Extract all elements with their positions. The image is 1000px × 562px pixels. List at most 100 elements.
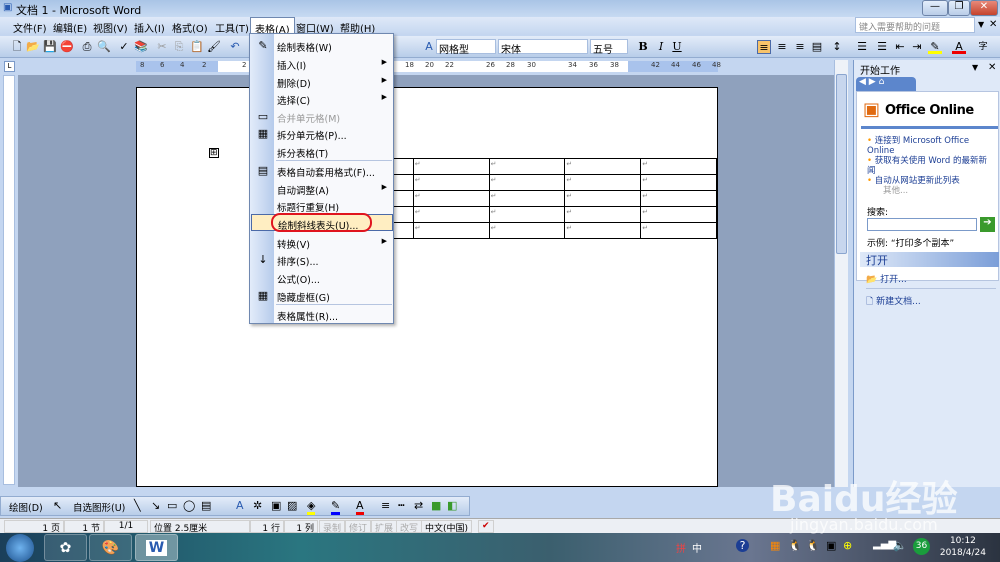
tray-360-badge[interactable]: 36 — [913, 538, 930, 555]
ime-icon[interactable]: 拼 — [676, 540, 686, 555]
table-menu-item[interactable]: ▦ 拆分单元格(P)... — [251, 125, 393, 142]
close-button[interactable]: ✕ — [970, 0, 998, 16]
table-cell[interactable]: ↵ — [640, 190, 717, 207]
italic-button[interactable]: I — [654, 40, 668, 54]
menu-edit[interactable]: 编辑(E) — [53, 20, 87, 35]
font-color-draw-icon[interactable]: A — [356, 499, 364, 515]
line-icon[interactable]: ╲ — [134, 499, 141, 512]
link-update-list[interactable]: • 自动从网站更新此列表 — [867, 176, 995, 186]
research-icon[interactable]: 📚 — [134, 40, 148, 54]
table-move-handle-icon[interactable]: ⊞ — [209, 148, 219, 158]
volume-icon[interactable]: 🔈 — [893, 539, 907, 552]
menu-insert[interactable]: 插入(I) — [134, 20, 165, 35]
horizontal-ruler[interactable]: L 8 6 4 2 2 18 20 22 26 28 30 34 36 38 4… — [0, 60, 850, 73]
help-dropdown-icon[interactable]: ▼ — [978, 20, 984, 29]
table-menu-item[interactable]: 公式(O)... — [251, 269, 393, 286]
document-page[interactable]: ⊞ ↵↵↵↵↵↵↵↵↵↵↵↵↵↵↵↵↵↵↵↵↵↵↵↵↵ — [136, 87, 718, 487]
table-menu-item[interactable]: 插入(I) ▶ — [251, 55, 393, 72]
new-document-link[interactable]: 🗋 新建文档... — [866, 294, 921, 310]
table-menu-item[interactable]: 自动调整(A) ▶ — [251, 180, 393, 197]
taskpane-search-input[interactable] — [867, 218, 977, 231]
style-select[interactable]: 网格型 — [436, 39, 496, 56]
menu-tools[interactable]: 工具(T) — [215, 20, 249, 35]
menu-view[interactable]: 视图(V) — [93, 20, 128, 35]
open-link[interactable]: 📂 打开... — [866, 272, 907, 285]
minimize-button[interactable]: — — [922, 0, 948, 16]
select-objects-icon[interactable]: ↖ — [53, 499, 62, 512]
table-menu-item[interactable]: 拆分表格(T) — [251, 143, 393, 160]
permission-icon[interactable]: ⛔ — [60, 40, 74, 54]
paste-icon[interactable]: 📋 — [190, 40, 204, 54]
textbox-icon[interactable]: ▤ — [201, 499, 211, 512]
table-menu-item[interactable]: ▤ 表格自动套用格式(F)... — [251, 162, 393, 179]
spelling-status-icon[interactable]: ✔ — [478, 520, 494, 533]
diagram-icon[interactable]: ✲ — [253, 499, 262, 512]
new-icon[interactable]: 🗋 — [10, 40, 24, 54]
underline-button[interactable]: U — [670, 40, 684, 54]
status-record[interactable]: 录制 — [319, 520, 346, 534]
table-cell[interactable]: ↵ — [488, 174, 566, 191]
align-center-icon[interactable]: ≡ — [775, 40, 789, 54]
back-icon[interactable]: ◀ — [859, 77, 866, 87]
tray-plus-icon[interactable]: ⊕ — [843, 539, 852, 552]
3d-icon[interactable]: ◧ — [447, 499, 457, 512]
bold-button[interactable]: B — [636, 40, 650, 54]
font-color-icon[interactable]: A — [952, 40, 966, 54]
font-select[interactable]: 宋体 — [498, 39, 588, 56]
autoshapes-menu-button[interactable]: 自选图形(U) — [73, 500, 125, 514]
format-painter-icon[interactable]: 🖌 — [207, 40, 221, 54]
table-menu-item[interactable]: 标题行重复(H) — [251, 197, 393, 214]
link-more[interactable]: 其他... — [867, 186, 995, 196]
table-cell[interactable]: ↵ — [412, 158, 490, 175]
table-cell[interactable]: ↵ — [412, 222, 490, 239]
link-word-news[interactable]: • 获取有关使用 Word 的最新新闻 — [867, 156, 995, 176]
table-cell[interactable]: ↵ — [640, 158, 717, 175]
table-cell[interactable]: ↵ — [412, 206, 490, 223]
clock[interactable]: 10:12 2018/4/24 — [940, 535, 986, 559]
print-preview-icon[interactable]: 🔍 — [97, 40, 111, 54]
oval-icon[interactable]: ◯ — [183, 499, 195, 512]
phonetic-guide-icon[interactable]: 字 — [976, 40, 990, 54]
link-connect-office-online[interactable]: • 连接到 Microsoft Office Online — [867, 136, 995, 156]
vertical-scrollbar[interactable] — [834, 60, 848, 487]
table-cell[interactable]: ↵ — [640, 174, 717, 191]
table-cell[interactable]: ↵ — [412, 174, 490, 191]
draw-menu-button[interactable]: 绘图(D) — [9, 500, 43, 514]
table-menu-item[interactable]: ▭ 合并单元格(M) — [251, 108, 393, 125]
table-menu-item[interactable]: ▦ 隐藏虚框(G) — [251, 287, 393, 304]
bullets-icon[interactable]: ☰ — [875, 40, 889, 54]
table-menu-item[interactable]: 转换(V) ▶ — [251, 234, 393, 251]
picture-icon[interactable]: ▨ — [287, 499, 297, 512]
table-cell[interactable]: ↵ — [488, 158, 566, 175]
arrow-style-icon[interactable]: ⇄ — [414, 499, 423, 512]
close-doc-icon[interactable]: ✕ — [989, 19, 997, 30]
print-icon[interactable]: ⎙ — [80, 40, 94, 54]
taskbar-app-word[interactable]: W — [135, 534, 178, 561]
help-search-input[interactable]: 键入需要帮助的问题 — [855, 17, 975, 33]
increase-indent-icon[interactable]: ⇥ — [910, 40, 924, 54]
save-icon[interactable]: 💾 — [43, 40, 57, 54]
table-menu-item[interactable]: ↓ 排序(S)... — [251, 251, 393, 268]
clipart-icon[interactable]: ▣ — [271, 499, 281, 512]
table-cell[interactable]: ↵ — [488, 206, 566, 223]
forward-icon[interactable]: ▶ — [869, 77, 876, 87]
vertical-ruler[interactable] — [3, 75, 15, 485]
numbering-icon[interactable]: ☰ — [855, 40, 869, 54]
table-cell[interactable]: ↵ — [564, 174, 642, 191]
spelling-icon[interactable]: ✓ — [117, 40, 131, 54]
search-go-icon[interactable]: ➔ — [980, 217, 995, 232]
table-cell[interactable]: ↵ — [564, 190, 642, 207]
taskpane-close-icon[interactable]: ✕ — [988, 62, 996, 73]
rectangle-icon[interactable]: ▭ — [167, 499, 177, 512]
taskpane-menu-icon[interactable]: ▼ — [972, 63, 978, 72]
table-cell[interactable]: ↵ — [564, 158, 642, 175]
table-cell[interactable]: ↵ — [640, 222, 717, 239]
line-color-icon[interactable]: ✎ — [331, 499, 341, 515]
tray-note-icon[interactable]: ▣ — [826, 539, 836, 552]
table-menu-item[interactable]: 删除(D) ▶ — [251, 73, 393, 90]
wordart-icon[interactable]: A — [236, 499, 244, 512]
menu-file[interactable]: 文件(F) — [13, 20, 47, 35]
table-cell[interactable]: ↵ — [640, 206, 717, 223]
tab-selector-icon[interactable]: L — [4, 61, 15, 72]
decrease-indent-icon[interactable]: ⇤ — [893, 40, 907, 54]
